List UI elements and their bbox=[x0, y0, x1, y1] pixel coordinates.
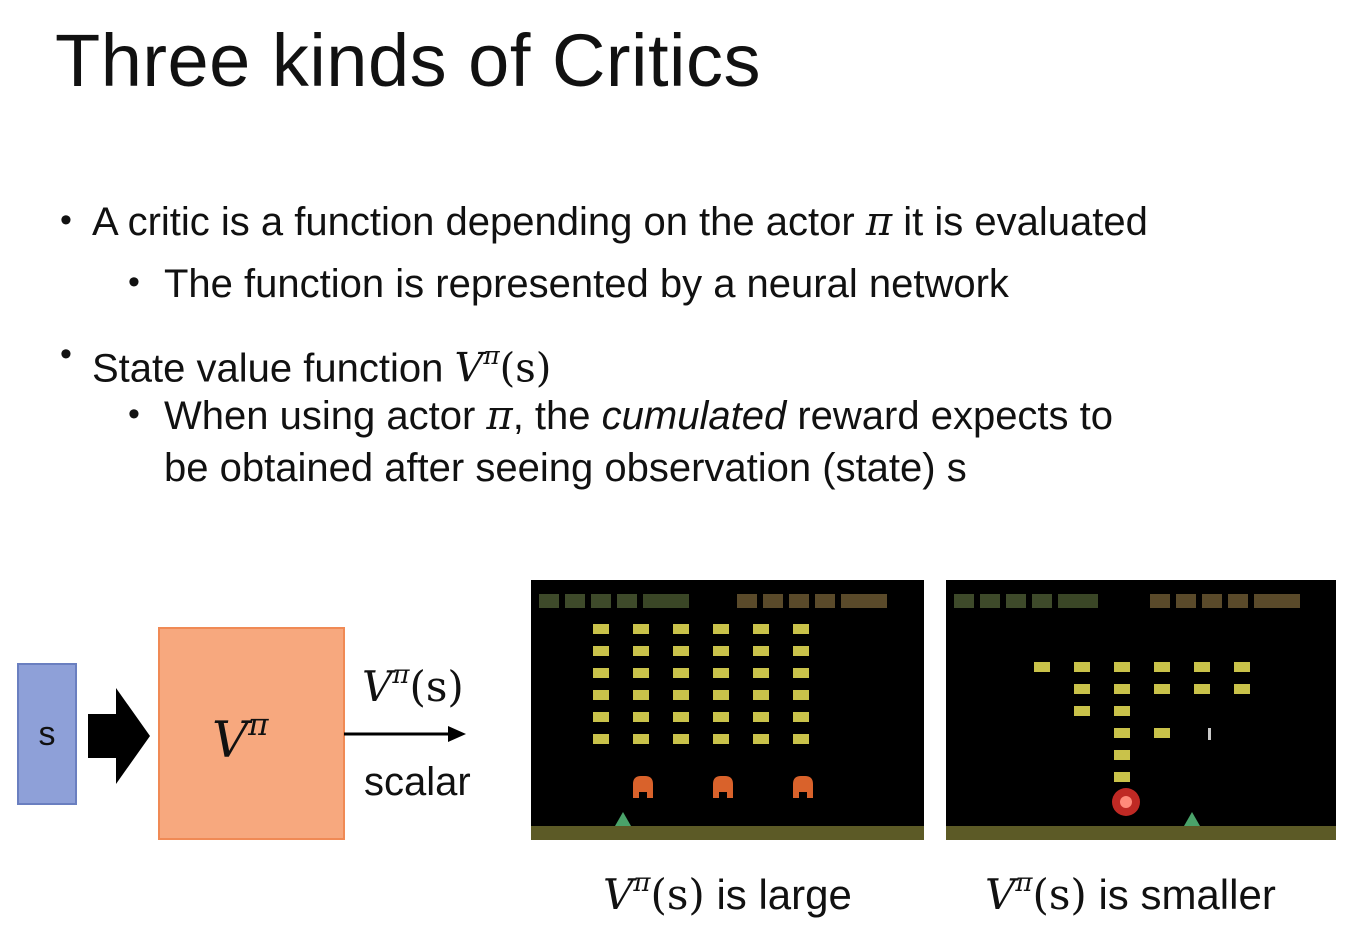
pi-symbol: π bbox=[486, 393, 513, 439]
critic-network-box: Vπ bbox=[158, 627, 345, 840]
math-arg: (s) bbox=[1032, 870, 1087, 920]
bullet-text: The function is represented by a neural … bbox=[164, 262, 1009, 306]
input-state-label: s bbox=[38, 715, 56, 753]
input-arrow-icon bbox=[88, 688, 150, 784]
input-state-box: s bbox=[17, 663, 77, 805]
output-type-label: scalar bbox=[364, 760, 471, 804]
pi-symbol: π bbox=[865, 199, 893, 245]
slide-title: Three kinds of Critics bbox=[55, 19, 761, 102]
math-pi-superscript: π bbox=[248, 707, 269, 743]
caption-text: is smaller bbox=[1086, 871, 1276, 919]
math-V: V bbox=[212, 710, 249, 769]
output-arrow-icon bbox=[344, 726, 466, 742]
math-V: V bbox=[362, 662, 393, 712]
bullet-text: When using actor bbox=[164, 394, 487, 438]
caption-large-value: Vπ(s) is large bbox=[603, 868, 852, 919]
bullet-text-continued: be obtained after seeing observation (st… bbox=[164, 446, 967, 490]
bullet-text: it is evaluated bbox=[892, 200, 1148, 244]
math-arg: (s) bbox=[409, 662, 464, 712]
caption-smaller-value: Vπ(s) is smaller bbox=[985, 868, 1276, 919]
math-pi-superscript: π bbox=[392, 660, 410, 690]
bullet-text: reward expects to bbox=[786, 394, 1114, 438]
bullet-text: , the bbox=[512, 394, 602, 438]
output-value-label: Vπ(s) bbox=[362, 660, 464, 711]
bullet-dot: • bbox=[128, 395, 140, 433]
space-invaders-frame-icon bbox=[946, 594, 1336, 840]
bullet-dot: • bbox=[60, 335, 72, 373]
emphasized-word: cumulated bbox=[601, 394, 787, 438]
game-screen-smaller-value bbox=[946, 580, 1336, 840]
bullet-dot: • bbox=[60, 201, 72, 239]
math-V: V bbox=[985, 870, 1016, 920]
math-V: V bbox=[603, 870, 634, 920]
math-pi-superscript: π bbox=[1015, 868, 1033, 898]
game-screen-large-value bbox=[531, 580, 924, 840]
math-pi-superscript: π bbox=[633, 868, 651, 898]
math-arg: (s) bbox=[499, 345, 552, 392]
bullet-text: A critic is a function depending on the … bbox=[92, 200, 866, 244]
bullet-dot: • bbox=[128, 263, 140, 301]
space-invaders-frame-icon bbox=[531, 594, 924, 840]
bullet-text: State value function bbox=[92, 346, 455, 391]
caption-text: is large bbox=[704, 871, 852, 919]
math-V: V bbox=[454, 345, 484, 392]
math-pi-superscript: π bbox=[483, 341, 500, 370]
math-arg: (s) bbox=[650, 870, 705, 920]
